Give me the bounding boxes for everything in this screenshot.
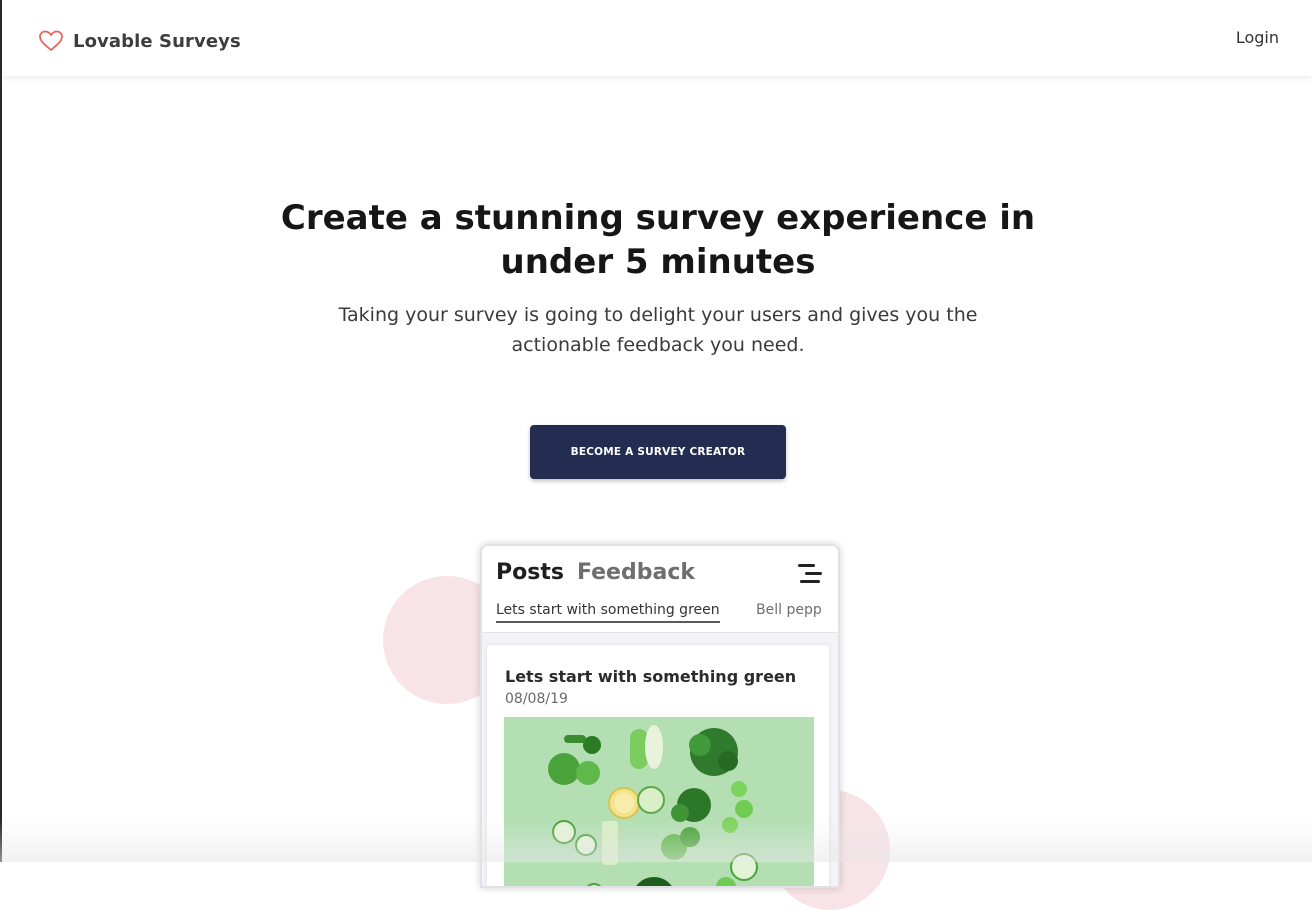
tab-feedback[interactable]: Feedback <box>577 560 695 585</box>
brand-name: Lovable Surveys <box>73 30 241 52</box>
heart-outline-icon <box>38 28 64 54</box>
hero-subtitle-line-1: Taking your survey is going to delight y… <box>338 304 978 326</box>
topic-chip[interactable]: Bell pepp <box>756 602 822 618</box>
post-date: 08/08/19 <box>505 691 568 707</box>
hero-title: Create a stunning survey experience in u… <box>250 196 1066 284</box>
hero-title-line-2: under 5 minutes <box>500 242 816 282</box>
app-preview-mockup: Posts Feedback Lets start with something… <box>480 544 840 888</box>
hero-title-line-1: Create a stunning survey experience in <box>280 198 1036 238</box>
login-link[interactable]: Login <box>1236 28 1279 47</box>
post-title: Lets start with something green <box>505 667 797 686</box>
top-navbar: Lovable Surveys Login <box>2 0 1312 76</box>
topic-chip-active[interactable]: Lets start with something green <box>496 602 720 623</box>
hero-subtitle: Taking your survey is going to delight y… <box>310 300 1006 360</box>
post-card[interactable]: Lets start with something green 08/08/19 <box>487 645 829 886</box>
menu-icon[interactable] <box>796 562 822 584</box>
preview-header: Posts Feedback Lets start with something… <box>482 546 838 633</box>
brand-logo-link[interactable]: Lovable Surveys <box>38 28 241 54</box>
hero-subtitle-line-2: actionable feedback you need. <box>511 334 805 356</box>
post-image <box>504 717 814 886</box>
tab-posts[interactable]: Posts <box>496 560 564 585</box>
become-survey-creator-button[interactable]: BECOME A SURVEY CREATOR <box>530 425 786 479</box>
window-left-edge <box>0 0 2 862</box>
